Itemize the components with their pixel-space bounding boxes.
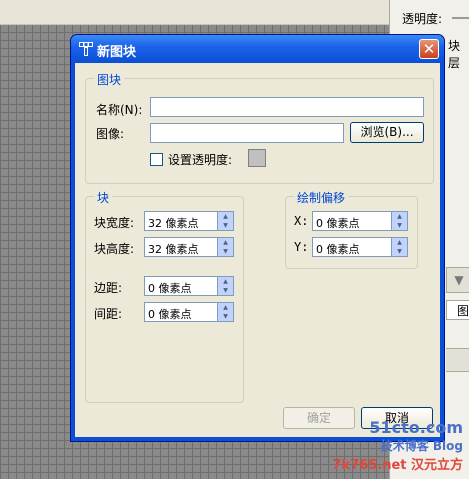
watermark-line3: 7k765.net 汉元立方	[332, 458, 463, 473]
watermark: 51cto.com 技术博客 Blog 7k765.net 汉元立方	[332, 418, 463, 473]
offset-y-label: Y:	[294, 240, 309, 254]
down-arrow-icon[interactable]: ▼	[446, 267, 469, 293]
tileset-icon	[79, 42, 93, 56]
transparency-label: 设置透明度:	[168, 153, 233, 167]
dialog-client-area: 图块 名称(N): 图像: 浏览(B)... 设置透明度: 块 块宽度: 32 …	[75, 63, 440, 437]
spin-arrows-icon[interactable]: ▲ ▼	[217, 277, 233, 295]
spacing-label: 间距:	[94, 307, 123, 321]
spin-arrows-icon[interactable]: ▲ ▼	[391, 212, 407, 230]
tile-height-spinbox[interactable]: 32 像素点 ▲ ▼	[144, 237, 234, 257]
image-label: 图像:	[96, 127, 125, 141]
name-label: 名称(N):	[96, 103, 143, 117]
tile-size-group: 块 块宽度: 32 像素点 ▲ ▼ 块高度: 32 像素点 ▲ ▼ 边距: 0 像素…	[85, 189, 244, 403]
tileset-group: 图块 名称(N): 图像: 浏览(B)... 设置透明度:	[85, 71, 434, 184]
side-tab-bg[interactable]: 图	[446, 300, 469, 320]
offset-x-value: 0 像素点	[316, 217, 360, 230]
draw-offset-group-legend: 绘制偏移	[294, 189, 349, 206]
close-button[interactable]: ✕	[419, 39, 439, 59]
spin-arrows-icon[interactable]: ▲ ▼	[391, 238, 407, 256]
layer-label-bg: 块层	[448, 39, 461, 70]
image-path-input[interactable]	[150, 123, 344, 143]
tile-size-group-legend: 块	[94, 189, 113, 206]
spin-arrows-icon[interactable]: ▲ ▼	[217, 238, 233, 256]
tile-height-label: 块高度:	[94, 242, 135, 256]
spin-arrows-icon[interactable]: ▲ ▼	[217, 303, 233, 321]
tile-height-value: 32 像素点	[148, 243, 199, 256]
draw-offset-group: 绘制偏移 X: 0 像素点 ▲ ▼ Y: 0 像素点 ▲ ▼	[285, 189, 418, 269]
tile-width-value: 32 像素点	[148, 217, 199, 230]
tileset-group-legend: 图块	[94, 71, 125, 88]
margin-value: 0 像素点	[148, 282, 192, 295]
transparency-slider-bg[interactable]	[452, 17, 469, 19]
offset-x-label: X:	[294, 214, 309, 228]
dialog-titlebar[interactable]: 新图块 ✕	[71, 35, 444, 63]
new-tileset-dialog: 新图块 ✕ 图块 名称(N): 图像: 浏览(B)... 设置透明度: 块 块宽…	[70, 34, 445, 442]
transparency-color-swatch[interactable]	[248, 149, 266, 167]
dialog-title: 新图块	[97, 45, 137, 60]
transparency-checkbox[interactable]	[150, 153, 163, 166]
spacing-value: 0 像素点	[148, 308, 192, 321]
offset-y-spinbox[interactable]: 0 像素点 ▲ ▼	[312, 237, 408, 257]
browse-button[interactable]: 浏览(B)...	[350, 122, 424, 143]
offset-x-spinbox[interactable]: 0 像素点 ▲ ▼	[312, 211, 408, 231]
watermark-line1: 51cto.com	[369, 418, 463, 437]
side-bar-bg	[446, 348, 469, 372]
spin-arrows-icon[interactable]: ▲ ▼	[217, 212, 233, 230]
watermark-line2: 技术博客 Blog	[380, 439, 463, 453]
name-input[interactable]	[150, 97, 424, 117]
margin-label: 边距:	[94, 281, 123, 295]
background-toolbar	[0, 0, 389, 25]
transparency-label-bg: 透明度:	[402, 12, 443, 26]
tile-width-label: 块宽度:	[94, 216, 135, 230]
margin-spinbox[interactable]: 0 像素点 ▲ ▼	[144, 276, 234, 296]
tile-width-spinbox[interactable]: 32 像素点 ▲ ▼	[144, 211, 234, 231]
spacing-spinbox[interactable]: 0 像素点 ▲ ▼	[144, 302, 234, 322]
offset-y-value: 0 像素点	[316, 243, 360, 256]
